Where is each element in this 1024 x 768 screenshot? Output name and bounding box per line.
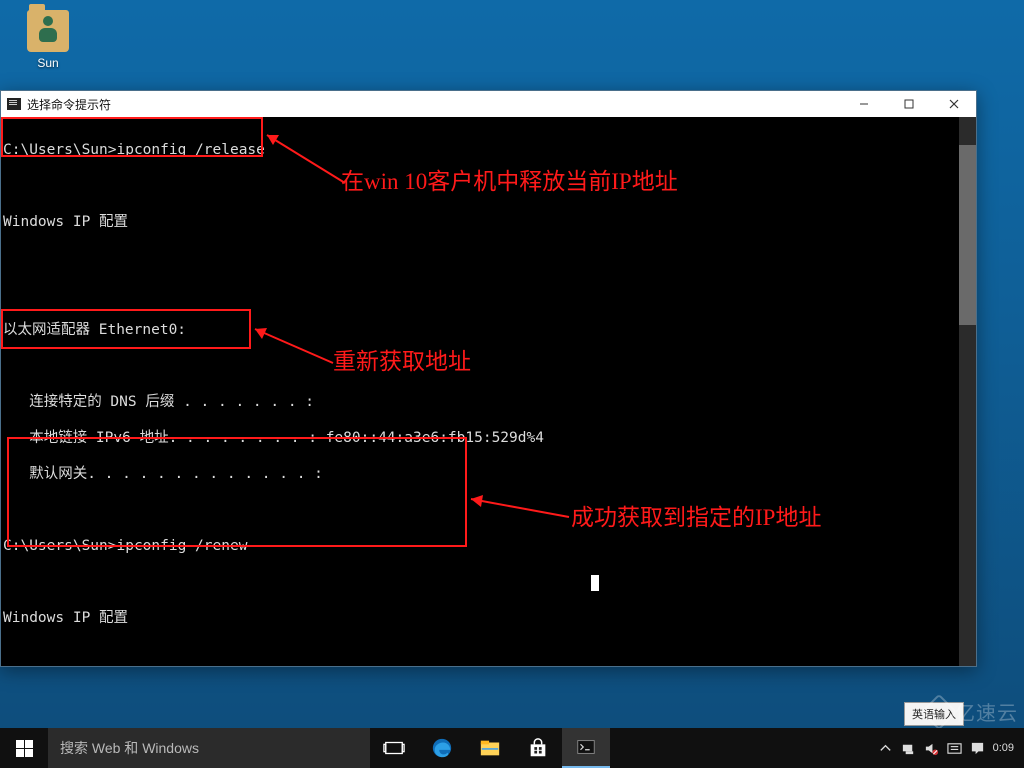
cmd-renew: C:\Users\Sun>ipconfig /renew [3,537,976,555]
start-button[interactable] [0,728,48,768]
minimize-button[interactable] [841,91,886,117]
watermark: 亿速云 [926,697,1018,726]
scrollbar-thumb[interactable] [959,145,976,325]
annotation-renew: 重新获取地址 [333,353,471,371]
taskbar-search[interactable]: 搜索 Web 和 Windows [48,728,370,768]
highlight-box-results [7,437,467,547]
text-cursor [591,575,599,591]
terminal-output[interactable]: C:\Users\Sun>ipconfig /release Windows I… [1,117,976,666]
watermark-icon [921,693,958,730]
desktop: Sun 选择命令提示符 C:\Users\Sun>ipconfig /relea… [0,0,1024,768]
annotation-result: 成功获取到指定的IP地址 [571,509,821,527]
window-titlebar[interactable]: 选择命令提示符 [1,91,976,117]
ip-config-header: Windows IP 配置 [3,213,976,231]
ime-icon[interactable] [947,741,962,756]
annotation-release: 在win 10客户机中释放当前IP地址 [341,173,678,191]
release-ipv6: 本地链接 IPv6 地址. . . . . . . . : fe80::44:a… [3,429,976,447]
cmd-icon [7,98,21,110]
file-explorer-button[interactable] [466,728,514,768]
store-button[interactable] [514,728,562,768]
command-prompt-window: 选择命令提示符 C:\Users\Sun>ipconfig /release W… [0,90,977,667]
adapter-header: 以太网适配器 Ethernet0: [3,321,976,339]
taskbar-clock[interactable]: 0:09 [993,742,1014,754]
ip-config-header-2: Windows IP 配置 [3,609,976,627]
cmd-taskbar-icon [575,736,597,758]
window-title: 选择命令提示符 [27,96,111,113]
task-view-button[interactable] [370,728,418,768]
cmd-taskbar-button[interactable] [562,728,610,768]
system-tray: 0:09 [868,728,1024,768]
network-icon[interactable] [901,741,916,756]
desktop-user-folder[interactable]: Sun [16,10,80,70]
action-center-icon[interactable] [970,741,985,756]
edge-browser-button[interactable] [418,728,466,768]
store-icon [527,737,549,759]
maximize-button[interactable] [886,91,931,117]
watermark-text: 亿速云 [955,697,1018,726]
folder-user-icon [27,10,69,52]
search-placeholder: 搜索 Web 和 Windows [60,738,199,758]
taskbar: 搜索 Web 和 Windows [0,728,1024,768]
task-view-icon [383,737,405,759]
desktop-icon-label: Sun [16,56,80,70]
close-button[interactable] [931,91,976,117]
volume-icon[interactable] [924,741,939,756]
folder-icon [479,737,501,759]
release-gateway: 默认网关. . . . . . . . . . . . . : [3,465,976,483]
windows-logo-icon [16,740,33,757]
taskbar-pinned [370,728,610,768]
tray-chevron-up-icon[interactable] [878,741,893,756]
edge-icon [431,737,453,759]
cmd-release: C:\Users\Sun>ipconfig /release [3,141,976,159]
release-dns: 连接特定的 DNS 后缀 . . . . . . . : [3,393,976,411]
